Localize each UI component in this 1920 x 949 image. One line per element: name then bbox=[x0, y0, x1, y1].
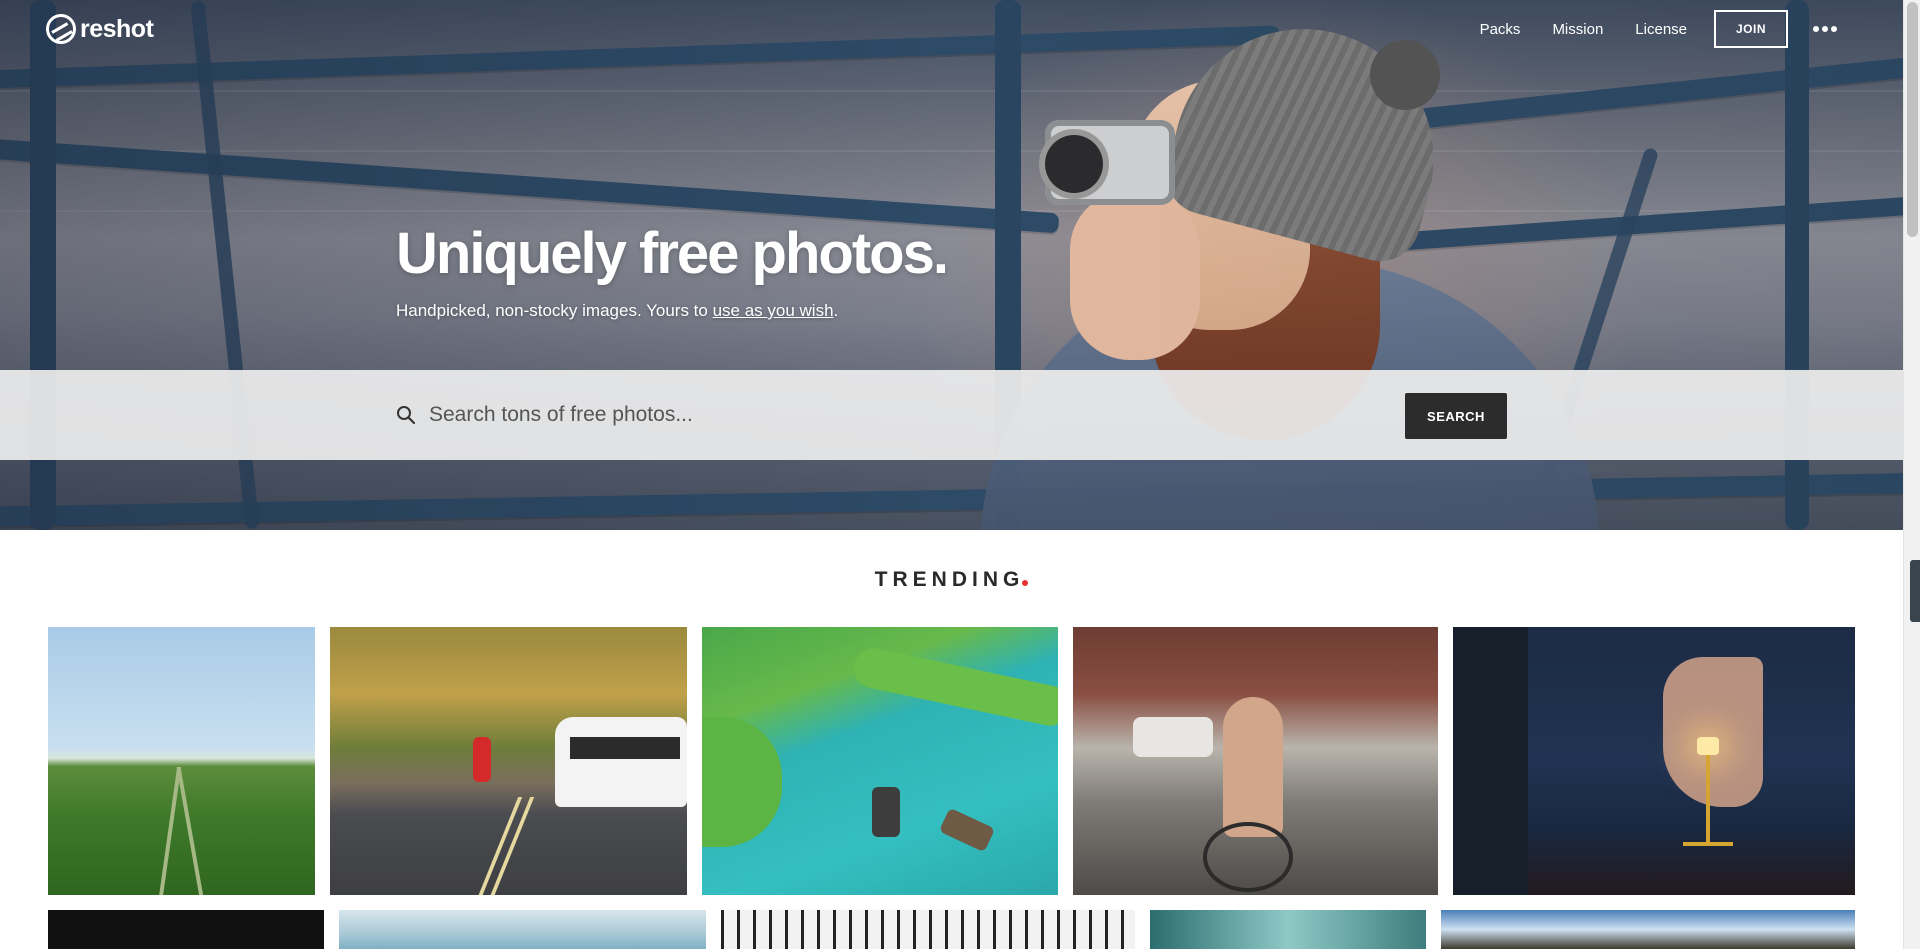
search-input[interactable] bbox=[420, 392, 1400, 438]
wheat-field-photo[interactable] bbox=[48, 627, 315, 895]
side-feedback-tab[interactable] bbox=[1910, 560, 1920, 622]
hero-subtitle-text: Handpicked, non-stocky images. Yours to bbox=[396, 301, 713, 320]
teal-photo[interactable] bbox=[1150, 910, 1426, 949]
hero-subtitle-end: . bbox=[833, 301, 839, 320]
nav-link-packs[interactable]: Packs bbox=[1480, 21, 1521, 38]
hero-title: Uniquely free photos. bbox=[396, 221, 949, 286]
use-as-you-wish-link[interactable]: use as you wish bbox=[713, 301, 834, 320]
mountain-photo[interactable] bbox=[339, 910, 706, 949]
join-button[interactable]: JOIN bbox=[1714, 10, 1788, 48]
wall-lamp-photo[interactable] bbox=[1453, 627, 1855, 895]
logo-text: reshot bbox=[80, 14, 154, 43]
trending-title: TRENDING bbox=[874, 568, 1025, 591]
search-button[interactable]: SEARCH bbox=[1405, 393, 1507, 439]
trending-dot bbox=[1022, 580, 1029, 586]
green-river-boats-photo[interactable] bbox=[702, 627, 1058, 895]
reshot-logo-icon bbox=[46, 14, 76, 44]
nav-link-license[interactable]: License bbox=[1635, 21, 1687, 38]
road-bus-photo[interactable] bbox=[330, 627, 687, 895]
street-bike-parade-photo[interactable] bbox=[1073, 627, 1438, 895]
more-menu-icon[interactable] bbox=[1813, 10, 1837, 48]
sky-cliff-photo[interactable] bbox=[1441, 910, 1855, 949]
search-icon bbox=[397, 406, 416, 425]
dark-photo[interactable] bbox=[48, 910, 324, 949]
top-nav: reshot Packs Mission License JOIN bbox=[0, 0, 1903, 58]
hero-subtitle: Handpicked, non-stocky images. Yours to … bbox=[396, 301, 838, 321]
reshot-logo[interactable]: reshot bbox=[46, 14, 154, 44]
scroll-thumb[interactable] bbox=[1907, 2, 1918, 237]
nav-links: Packs Mission License JOIN bbox=[1448, 10, 1837, 48]
window-grid-photo[interactable] bbox=[721, 910, 1135, 949]
trending-heading: TRENDING bbox=[0, 568, 1903, 592]
nav-link-mission[interactable]: Mission bbox=[1552, 21, 1603, 38]
search-bar: SEARCH bbox=[0, 370, 1903, 460]
page-scrollbar[interactable] bbox=[1903, 0, 1920, 949]
